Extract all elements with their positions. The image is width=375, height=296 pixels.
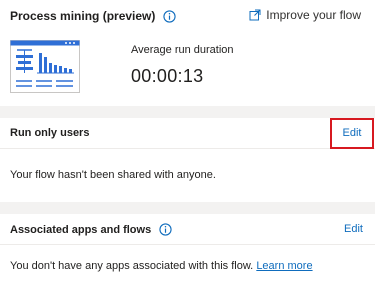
associated-apps-edit-button[interactable]: Edit	[344, 223, 363, 235]
associated-apps-message-row: You don't have any apps associated with …	[10, 260, 313, 272]
associated-apps-title-group: Associated apps and flows	[10, 223, 172, 236]
run-only-users-title: Run only users	[10, 127, 90, 139]
average-run-duration-value: 00:00:13	[131, 66, 204, 86]
run-only-users-edit-button[interactable]: Edit	[332, 120, 372, 147]
process-mining-card: Process mining (preview) Improve your fl…	[0, 0, 375, 106]
open-external-icon	[249, 9, 261, 21]
edit-highlight-box: Edit	[330, 118, 374, 149]
run-only-users-message: Your flow hasn't been shared with anyone…	[10, 169, 216, 181]
learn-more-link[interactable]: Learn more	[256, 260, 312, 272]
process-mining-title: Process mining (preview)	[10, 9, 156, 23]
run-only-users-header: Run only users Edit	[0, 118, 375, 149]
info-icon[interactable]	[159, 223, 172, 236]
improve-your-flow-label: Improve your flow	[266, 8, 361, 22]
improve-your-flow-link[interactable]: Improve your flow	[249, 8, 361, 22]
associated-apps-title: Associated apps and flows	[10, 223, 152, 236]
run-only-users-card: Run only users Edit Your flow hasn't bee…	[0, 118, 375, 202]
average-run-duration-label: Average run duration	[131, 44, 234, 56]
process-mining-header: Process mining (preview)	[10, 8, 177, 24]
process-mining-thumbnail-icon	[10, 40, 80, 93]
associated-apps-header: Associated apps and flows Edit	[0, 214, 375, 245]
info-icon[interactable]	[163, 9, 177, 23]
associated-apps-message: You don't have any apps associated with …	[10, 260, 254, 272]
associated-apps-card: Associated apps and flows Edit You don't…	[0, 214, 375, 296]
